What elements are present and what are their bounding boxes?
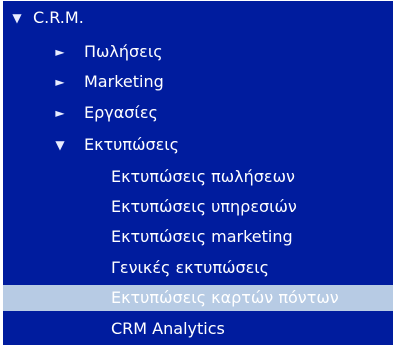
- tree-leaf-points-card-prints[interactable]: Εκτυπώσεις καρτών πόντων: [3, 285, 393, 311]
- tree-leaf-label: Εκτυπώσεις καρτών πόντων: [111, 288, 339, 307]
- tree-leaf-label: CRM Analytics: [111, 319, 225, 338]
- chevron-right-icon[interactable]: ►: [53, 39, 67, 65]
- tree-leaf-label: Εκτυπώσεις πωλήσεων: [111, 167, 295, 186]
- tree-leaf-crm-analytics[interactable]: CRM Analytics: [3, 316, 393, 342]
- tree-leaf-service-prints[interactable]: Εκτυπώσεις υπηρεσιών: [3, 194, 393, 220]
- tree-node-marketing[interactable]: ► Marketing: [3, 69, 393, 95]
- tree-node-label: Πωλήσεις: [84, 42, 163, 61]
- tree-leaf-general-prints[interactable]: Γενικές εκτυπώσεις: [3, 255, 393, 281]
- chevron-right-icon[interactable]: ►: [53, 100, 67, 126]
- tree-node-label: Εργασίες: [84, 103, 158, 122]
- tree-leaf-label: Εκτυπώσεις marketing: [111, 227, 293, 246]
- chevron-down-icon[interactable]: ▼: [10, 5, 24, 31]
- tree-node-label: Marketing: [84, 72, 164, 91]
- tree-node-sales[interactable]: ► Πωλήσεις: [3, 39, 393, 65]
- crm-tree-menu: ▼ C.R.M. ► Πωλήσεις ► Marketing ► Εργασί…: [3, 1, 393, 345]
- tree-node-tasks[interactable]: ► Εργασίες: [3, 100, 393, 126]
- tree-leaf-label: Εκτυπώσεις υπηρεσιών: [111, 197, 297, 216]
- tree-leaf-marketing-prints[interactable]: Εκτυπώσεις marketing: [3, 224, 393, 250]
- tree-node-crm[interactable]: ▼ C.R.M.: [3, 5, 393, 31]
- tree-node-label: C.R.M.: [33, 8, 84, 27]
- chevron-down-icon[interactable]: ▼: [53, 132, 67, 158]
- chevron-right-icon[interactable]: ►: [53, 69, 67, 95]
- tree-leaf-label: Γενικές εκτυπώσεις: [111, 258, 270, 277]
- tree-node-prints[interactable]: ▼ Εκτυπώσεις: [3, 132, 393, 158]
- tree-node-label: Εκτυπώσεις: [84, 135, 180, 154]
- tree-leaf-sales-prints[interactable]: Εκτυπώσεις πωλήσεων: [3, 164, 393, 190]
